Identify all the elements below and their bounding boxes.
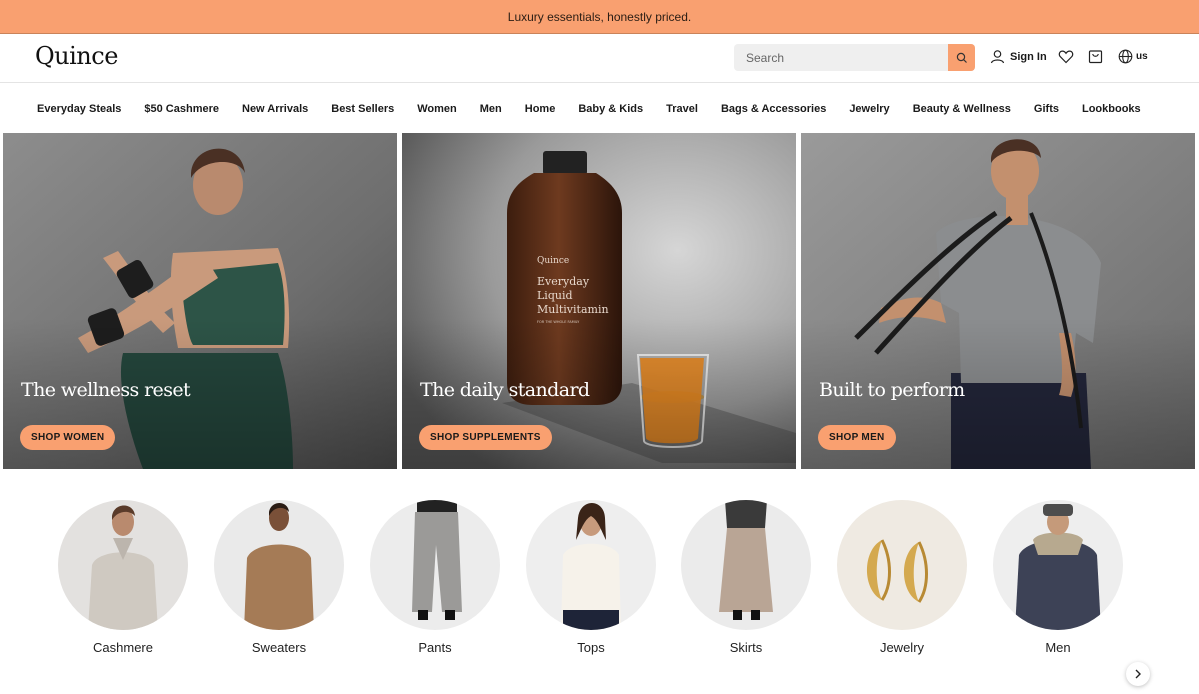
nav-item-everyday-steals[interactable]: Everyday Steals [37,103,121,115]
main-nav: Everyday Steals $50 Cashmere New Arrival… [0,84,1199,133]
category-image-men [993,500,1123,630]
bottle-product-line-1: Everyday [537,275,590,288]
hero-card-wellness[interactable]: The wellness reset SHOP WOMEN [3,133,397,469]
category-label: Pants [418,640,452,655]
nav-item-bags-accessories[interactable]: Bags & Accessories [721,103,826,115]
category-skirts[interactable]: Skirts [681,500,811,655]
search-input[interactable] [734,44,944,71]
category-pants[interactable]: Pants [370,500,500,655]
locale-label: us [1136,51,1148,62]
hero-card-men[interactable]: Built to perform SHOP MEN [801,133,1195,469]
promo-text: Luxury essentials, honestly priced. [507,9,692,24]
nav-item-men[interactable]: Men [480,103,502,115]
category-image-tops [526,500,656,630]
category-image-jewelry [837,500,967,630]
promo-banner: Luxury essentials, honestly priced. [0,0,1199,34]
category-label: Tops [577,640,605,655]
bottle-product-line-2: Liquid [537,289,573,302]
category-label: Sweaters [251,640,307,655]
cart-button[interactable] [1088,49,1103,64]
shop-supplements-button[interactable]: SHOP SUPPLEMENTS [419,425,552,450]
category-label: Cashmere [93,640,153,655]
nav-item-50-cashmere[interactable]: $50 Cashmere [144,103,219,115]
sign-in-label: Sign In [1010,50,1047,63]
nav-item-baby-kids[interactable]: Baby & Kids [578,103,643,115]
category-label: Skirts [729,640,763,655]
chevron-right-icon [1135,669,1141,679]
search-button[interactable] [948,44,975,71]
quince-logo[interactable]: Quince [35,42,118,70]
category-sweaters[interactable]: Sweaters [214,500,344,655]
nav-item-travel[interactable]: Travel [666,103,698,115]
nav-item-new-arrivals[interactable]: New Arrivals [242,103,308,115]
hero-headline: The daily standard [420,379,590,401]
hero-headline: The wellness reset [21,379,191,401]
bottle-brand: Quince [537,256,569,266]
site-header: Quince Sign In us [0,34,1199,83]
locale-selector[interactable]: us [1118,49,1148,64]
category-tops[interactable]: Tops [526,500,656,655]
nav-item-best-sellers[interactable]: Best Sellers [331,103,394,115]
category-image-sweaters [214,500,344,630]
heart-icon [1058,50,1074,64]
nav-item-jewelry[interactable]: Jewelry [849,103,889,115]
shop-women-button[interactable]: SHOP WOMEN [20,425,116,450]
nav-item-beauty-wellness[interactable]: Beauty & Wellness [913,103,1011,115]
nav-item-home[interactable]: Home [525,103,556,115]
globe-icon [1118,49,1133,64]
category-cashmere[interactable]: Cashmere [58,500,188,655]
category-label: Men [1045,640,1071,655]
nav-item-gifts[interactable]: Gifts [1034,103,1059,115]
hero-headline: Built to perform [819,379,965,401]
wishlist-button[interactable] [1058,49,1074,64]
category-jewelry[interactable]: Jewelry [837,500,967,655]
category-image-cashmere [58,500,188,630]
user-icon [990,50,1005,64]
bottle-product-line-3: Multivitamin [537,303,609,316]
search-icon [956,52,967,63]
search-bar [734,44,975,71]
category-image-skirts [681,500,811,630]
category-label: Jewelry [879,640,925,655]
sign-in-link[interactable]: Sign In [990,49,1047,64]
category-men[interactable]: Men [993,500,1123,655]
nav-item-women[interactable]: Women [417,103,457,115]
category-image-pants [370,500,500,630]
nav-item-lookbooks[interactable]: Lookbooks [1082,103,1141,115]
hero-card-supplements[interactable]: Quince Everyday Liquid Multivitamin FOR … [402,133,796,469]
shop-men-button[interactable]: SHOP MEN [818,425,896,450]
carousel-next-button[interactable] [1126,662,1150,686]
cart-icon [1088,50,1103,64]
